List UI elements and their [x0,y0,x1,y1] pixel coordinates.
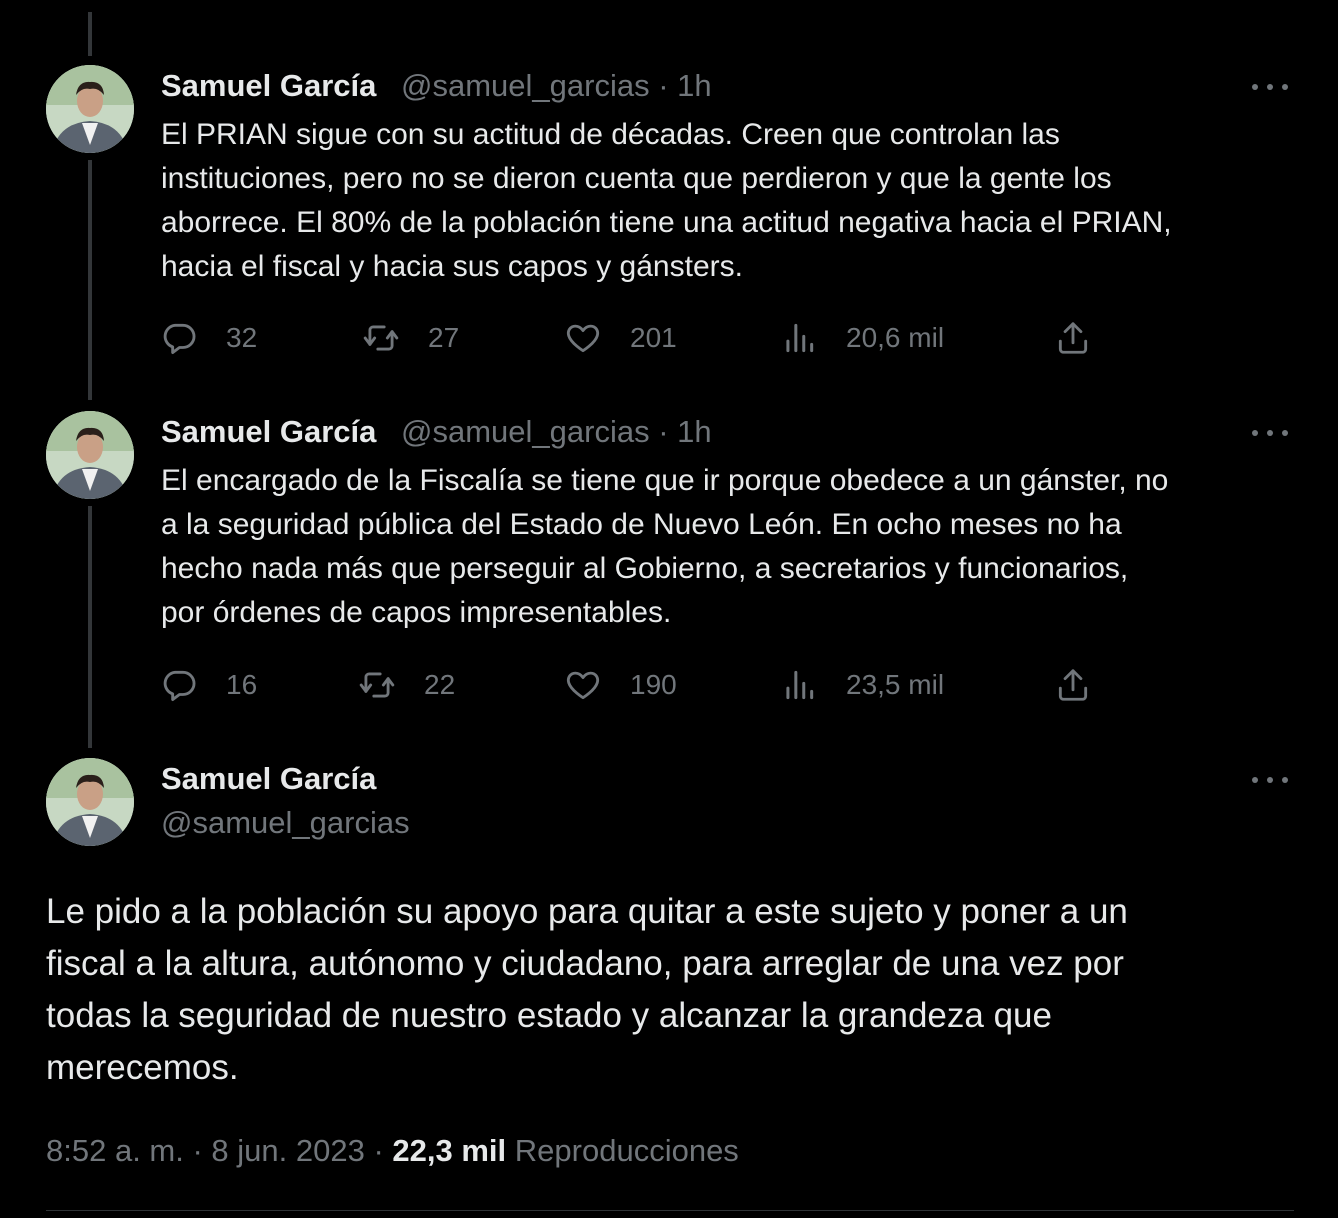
reply-icon [163,323,196,354]
retweet-icon [359,672,395,698]
reply-button[interactable]: 32 [160,318,257,358]
share-button[interactable] [1054,665,1092,705]
retweet-count: 22 [424,669,456,700]
separator: · [373,1133,393,1168]
retweet-count: 27 [428,322,460,353]
reply-icon [163,670,196,701]
author-handle[interactable]: @samuel_garcias [401,68,650,103]
tweet-date[interactable]: 8 jun. 2023 [211,1133,364,1168]
author-name[interactable]: Samuel García [161,68,376,104]
thread-line-2 [88,506,92,748]
views-button[interactable]: 23,5 mil [780,665,944,705]
views-label: Reproducciones [514,1133,739,1168]
tweet-actions: 32 27 201 20,6 mil [160,318,1100,358]
share-button[interactable] [1054,318,1092,358]
heart-icon [566,324,600,353]
thread-line-top [88,12,92,56]
author-handle-line[interactable]: @samuel_garcias · 1h [401,68,712,104]
more-icon[interactable] [1252,423,1288,443]
views-count: 23,5 mil [846,669,945,700]
like-count: 201 [630,322,677,353]
avatar[interactable] [46,65,134,153]
reply-button[interactable]: 16 [160,665,257,705]
views-icon [786,323,814,353]
author-handle-line[interactable]: @samuel_garcias · 1h [401,414,712,450]
tweet-meta: 8:52 a. m. · 8 jun. 2023 · 22,3 mil Repr… [46,1133,739,1169]
thread-line-1 [88,160,92,400]
retweet-button[interactable]: 22 [358,665,455,705]
like-button[interactable]: 201 [564,318,677,358]
tweet-text: El encargado de la Fiscalía se tiene que… [161,464,1169,629]
reply-count: 16 [226,669,258,700]
author-name[interactable]: Samuel García [161,761,376,797]
like-count: 190 [630,669,677,700]
retweet-button[interactable]: 27 [362,318,459,358]
tweet-text: El PRIAN sigue con su actitud de décadas… [161,118,1172,283]
author-handle[interactable]: @samuel_garcias [161,805,410,841]
tweet-time[interactable]: · 1h [658,414,711,449]
main-tweet-text: Le pido a la población su apoyo para qui… [46,892,1128,1087]
views-count: 22,3 mil [392,1133,507,1168]
divider [46,1210,1294,1211]
more-icon[interactable] [1252,77,1288,97]
share-icon [1058,322,1088,354]
tweet-time[interactable]: · 1h [658,68,711,103]
tweet-time[interactable]: 8:52 a. m. [46,1133,184,1168]
like-button[interactable]: 190 [564,665,677,705]
tweet-actions: 16 22 190 23,5 mil [160,665,1100,705]
avatar[interactable] [46,758,134,846]
author-name[interactable]: Samuel García [161,414,376,450]
author-handle[interactable]: @samuel_garcias [401,414,650,449]
heart-icon [566,671,600,700]
reply-count: 32 [226,322,258,353]
views-count: 20,6 mil [846,322,945,353]
more-icon[interactable] [1252,770,1288,790]
retweet-icon [363,325,399,351]
avatar[interactable] [46,411,134,499]
views-icon [786,670,814,700]
separator: · [192,1133,212,1168]
views-button[interactable]: 20,6 mil [780,318,944,358]
share-icon [1058,669,1088,701]
